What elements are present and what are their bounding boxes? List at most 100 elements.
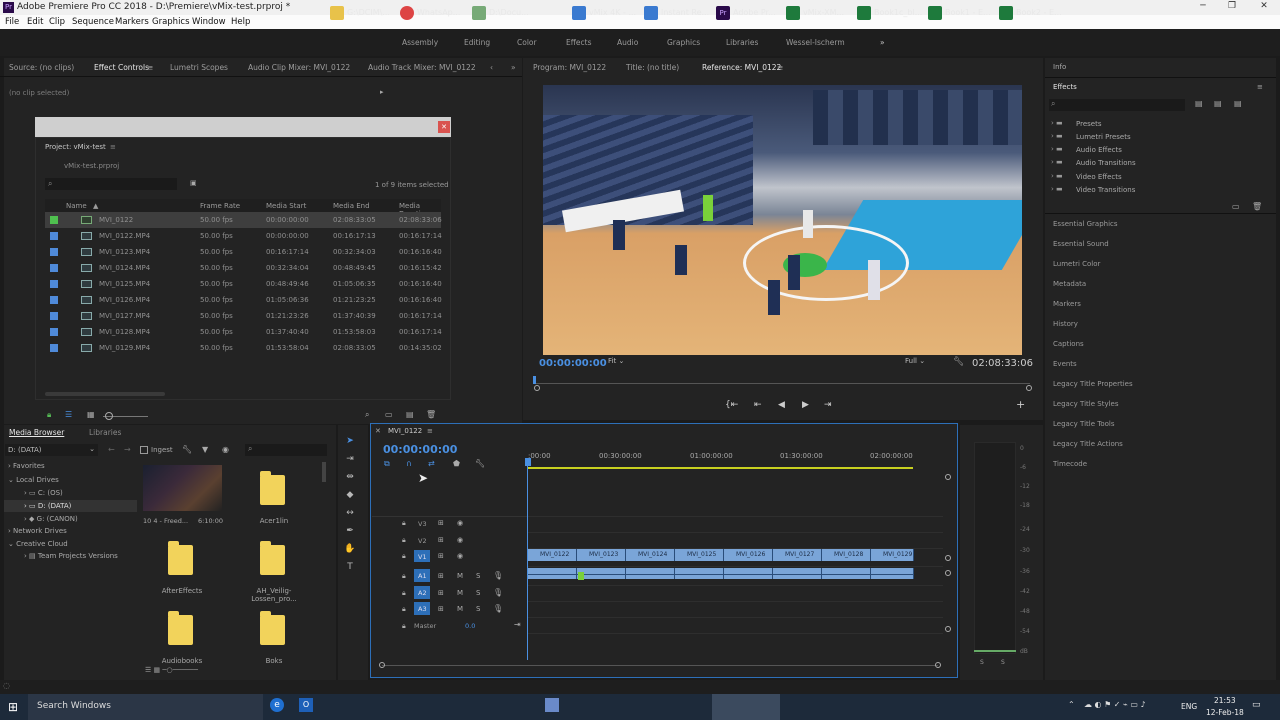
eye-icon[interactable]: ◉ [457,519,463,527]
expand-arrow-icon[interactable]: ▸ [380,88,384,96]
vertical-zoom-handle[interactable] [945,474,951,480]
icon-view-icon[interactable]: ▦ [87,410,95,419]
work-area-bar[interactable] [528,467,913,469]
nest-icon[interactable]: ⧉ [384,459,390,469]
zoom-handle-left[interactable] [534,385,540,391]
new-bin-icon[interactable]: ▭ [1232,202,1240,211]
clock-date[interactable]: 12-Feb-18 [1206,708,1244,717]
panel-essential-sound[interactable]: Essential Sound [1053,240,1109,248]
playhead-marker[interactable] [533,376,536,384]
tab-title[interactable]: Title: (no title) [626,63,679,72]
back-icon[interactable]: ← [108,445,115,454]
table-row[interactable]: MVI_0129.MP4 50.00 fps 01:53:58:04 02:08… [45,340,442,356]
timeline-sequence-tab[interactable]: MVI_0122 [388,427,422,435]
tab-effect-controls[interactable]: Effect Controls [94,63,149,72]
wrench-icon[interactable]: 🔧︎ [182,445,192,454]
maximize-button[interactable]: ❐ [1220,1,1244,14]
lock-icon[interactable]: 🔒︎ [402,552,406,561]
close-icon[interactable]: ✕ [375,427,381,435]
playhead-scrubber[interactable] [535,383,1030,384]
sync-lock-icon[interactable]: ⊞ [438,536,444,544]
scroll-handle-right[interactable] [935,662,941,668]
eye-icon[interactable]: ◉ [457,536,463,544]
menu-edit[interactable]: Edit [27,17,43,27]
track-zoom-handle[interactable] [945,570,951,576]
project-floating-titlebar[interactable] [35,117,451,137]
list-view-icon[interactable]: ☰ [65,410,72,419]
microphone-icon[interactable]: 🎙︎ [493,604,503,613]
mute-icon[interactable]: M [457,605,463,613]
lock-icon[interactable]: 🔒︎ [47,410,51,420]
menu-clip[interactable]: Clip [49,17,65,27]
yuv-effects-icon[interactable]: ▤ [1234,99,1242,108]
workspace-custom[interactable]: Wessel-Ischerm [786,38,845,47]
tabs-overflow-icon[interactable]: » [511,63,516,72]
folder-item-presets[interactable]: › ▬ [1051,119,1063,127]
tree-local-drives[interactable]: ⌄ Local Drives [8,476,59,484]
tab-reference[interactable]: Reference: MVI_0122 [702,63,781,72]
trash-icon[interactable]: 🗑︎ [426,410,436,419]
solo-icon[interactable]: S [476,589,480,597]
selection-tool-icon[interactable]: ➤ [343,436,357,448]
video-clip[interactable]: MVI_0123 [577,549,626,561]
folder-icon[interactable]: ▭ [385,410,393,419]
settings-wrench-icon[interactable]: 🔧︎ [475,459,485,468]
table-row[interactable]: MVI_0127.MP4 50.00 fps 01:21:23:26 01:37… [45,308,442,324]
panel-menu-icon[interactable]: ≡ [1257,83,1263,91]
panel-legacy-title-properties[interactable]: Legacy Title Properties [1053,380,1133,388]
col-frame-rate[interactable]: Frame Rate [200,202,240,210]
table-row[interactable]: MVI_0125.MP4 50.00 fps 00:48:49:46 01:05… [45,276,442,292]
tab-audio-clip-mixer[interactable]: Audio Clip Mixer: MVI_0122 [248,63,350,72]
solo-left-button[interactable]: S [980,659,984,666]
lock-icon[interactable]: 🔒︎ [402,572,406,581]
find-icon[interactable]: ⌕ [365,410,369,420]
folder-item-video-effects[interactable]: › ▬ [1051,172,1063,180]
panel-markers[interactable]: Markers [1053,300,1081,308]
windows-start-icon[interactable]: ⊞ [8,700,18,714]
tree-drive-g[interactable]: › ◆ G: (CANON) [24,515,78,523]
type-tool-icon[interactable]: T [343,562,357,574]
project-scrollbar[interactable] [45,392,165,396]
tab-menu-icon[interactable]: ≡ [777,63,783,72]
panel-events[interactable]: Events [1053,360,1077,368]
table-row[interactable]: MVI_0122.MP4 50.00 fps 00:00:00:00 00:16… [45,228,442,244]
sync-lock-icon[interactable]: ⊞ [438,605,444,613]
accelerated-effects-icon[interactable]: ▤ [1195,99,1203,108]
solo-right-button[interactable]: S [1001,659,1005,666]
workspace-editing[interactable]: Editing [464,38,490,47]
sort-asc-icon[interactable]: ▲ [93,202,98,210]
col-media-start[interactable]: Media Start [266,202,306,210]
solo-icon[interactable]: S [476,605,480,613]
table-row[interactable]: MVI_0126.MP4 50.00 fps 01:05:06:36 01:21… [45,292,442,308]
menu-window[interactable]: Window [192,17,226,27]
close-button[interactable]: ✕ [1252,1,1276,14]
list-view-icon[interactable]: ☰ ▦ ─○────── [145,666,198,674]
tab-program[interactable]: Program: MVI_0122 [533,63,606,72]
forward-icon[interactable]: → [124,445,131,454]
minimize-button[interactable]: ─ [1191,1,1215,14]
ingest-checkbox[interactable] [140,446,148,454]
panel-metadata[interactable]: Metadata [1053,280,1086,288]
menu-help[interactable]: Help [231,17,250,27]
workspace-effects[interactable]: Effects [566,38,592,47]
track-a1[interactable]: A1 [418,572,427,580]
sync-lock-icon[interactable]: ⊞ [438,572,444,580]
panel-essential-graphics[interactable]: Essential Graphics [1053,220,1118,228]
step-back-icon[interactable]: ⇤ [754,400,762,410]
folder-icon[interactable] [168,541,193,575]
32bit-effects-icon[interactable]: ▤ [1214,99,1222,108]
panel-legacy-title-tools[interactable]: Legacy Title Tools [1053,420,1115,428]
menu-file[interactable]: File [5,17,19,27]
menu-graphics[interactable]: Graphics [152,17,190,27]
col-name[interactable]: Name [66,202,87,210]
project-tab[interactable]: Project: vMix-test [45,143,106,151]
filter-icon[interactable]: ▼ [202,445,208,454]
tab-menu-icon[interactable]: ≡ [427,427,433,435]
folder-icon[interactable] [260,611,285,645]
workspace-assembly[interactable]: Assembly [402,38,438,47]
drive-select[interactable]: D: (DATA) ⌄ [5,444,98,456]
panel-history[interactable]: History [1053,320,1078,328]
effects-search-input[interactable] [1049,99,1185,111]
video-clip[interactable]: MVI_0127 [773,549,822,561]
project-close-icon[interactable]: ✕ [438,121,450,133]
